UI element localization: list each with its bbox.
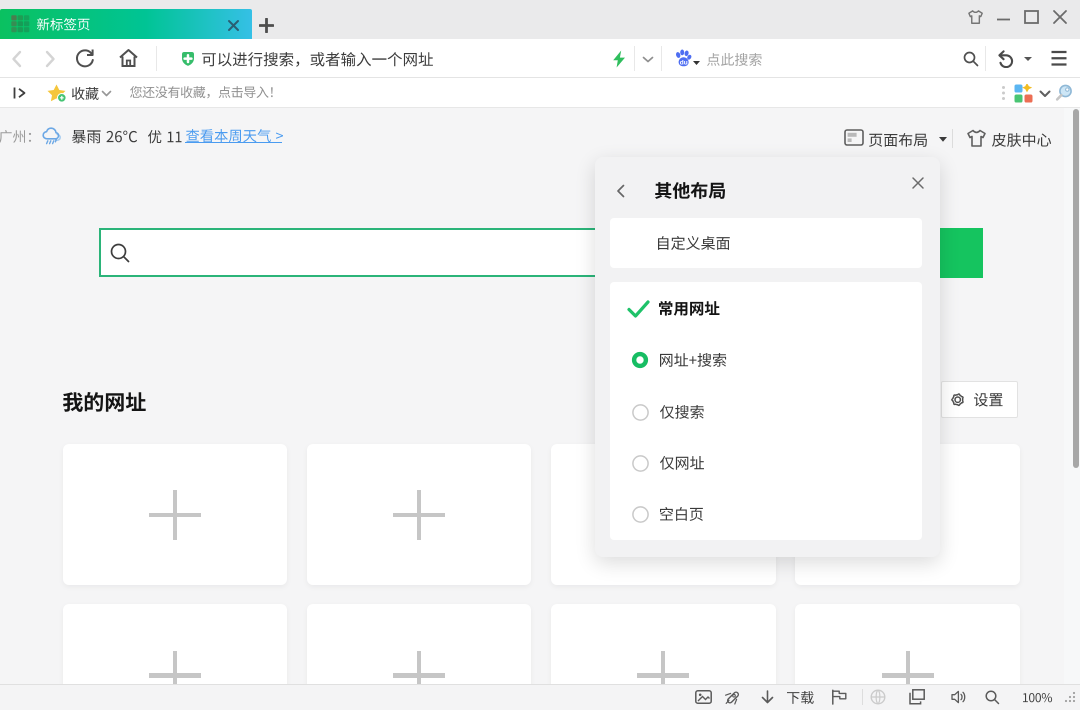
svg-text:du: du	[680, 60, 688, 67]
